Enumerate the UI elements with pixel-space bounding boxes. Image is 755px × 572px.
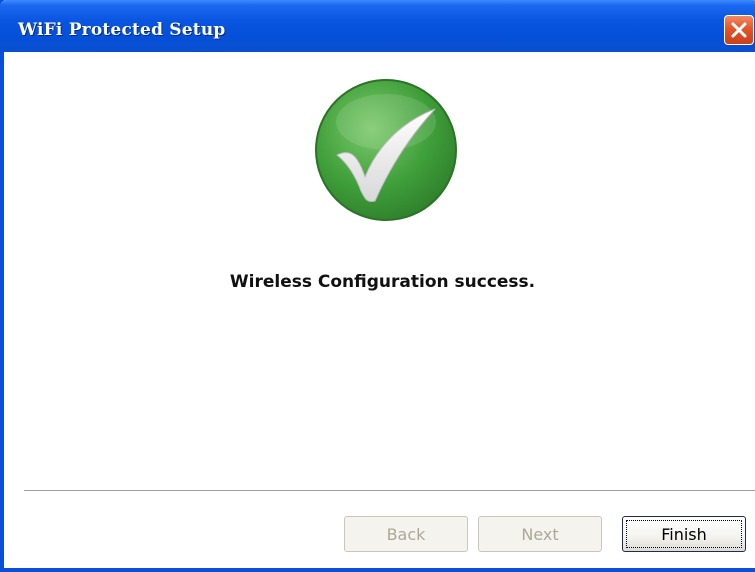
title-bar[interactable]: WiFi Protected Setup xyxy=(0,0,755,52)
close-icon xyxy=(731,22,747,38)
window-title: WiFi Protected Setup xyxy=(18,20,226,40)
finish-button-label: Finish xyxy=(661,524,707,544)
close-button[interactable] xyxy=(724,15,754,45)
finish-button[interactable]: Finish xyxy=(622,516,746,552)
back-button-label: Back xyxy=(386,524,426,544)
next-button-label: Next xyxy=(521,524,559,544)
checkmark-icon xyxy=(315,79,457,221)
button-separator xyxy=(24,490,755,492)
dialog-content: Wireless Configuration success. Back Nex… xyxy=(4,52,755,568)
back-button[interactable]: Back xyxy=(344,516,468,552)
next-button[interactable]: Next xyxy=(478,516,602,552)
status-message: Wireless Configuration success. xyxy=(229,272,536,292)
wps-dialog-window: WiFi Protected Setup Wireless Configurat… xyxy=(0,0,755,572)
